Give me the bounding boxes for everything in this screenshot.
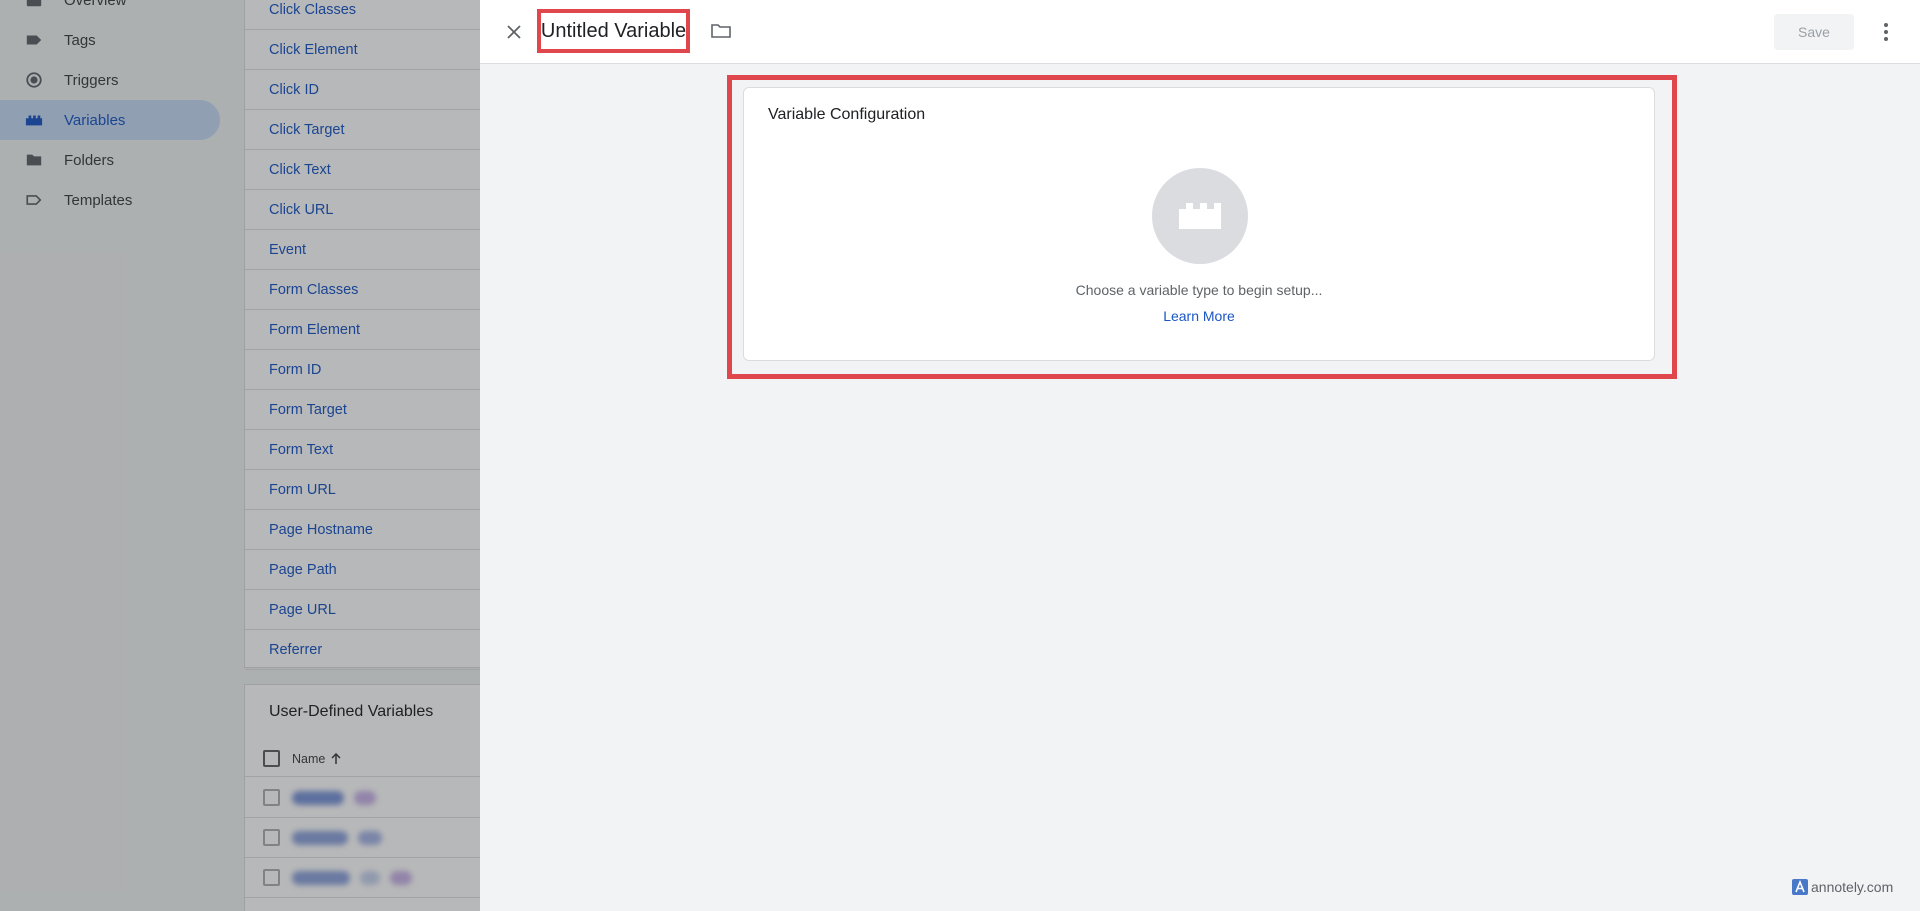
choose-variable-type-button[interactable] <box>1152 168 1248 264</box>
more-options-button[interactable] <box>1870 14 1902 50</box>
more-vert-icon <box>1884 23 1888 41</box>
variable-title[interactable]: Untitled Variable <box>541 20 686 43</box>
folder-outline-icon <box>711 24 731 38</box>
variable-title-highlight[interactable]: Untitled Variable <box>537 9 690 53</box>
panel-header: Untitled Variable Save <box>480 0 1920 64</box>
watermark-text: annotely.com <box>1811 879 1894 895</box>
close-icon <box>507 25 521 39</box>
variable-configuration-card[interactable]: Variable Configuration Choose a variable… <box>743 87 1655 361</box>
annotely-logo-icon <box>1792 879 1808 895</box>
configuration-hint: Choose a variable type to begin setup... <box>1075 282 1323 298</box>
watermark: annotely.com <box>1792 879 1893 895</box>
block-icon <box>1179 203 1221 229</box>
variable-editor-panel: Untitled Variable Save Variable Configur… <box>480 0 1920 911</box>
close-button[interactable] <box>498 16 530 48</box>
folder-button[interactable] <box>710 20 734 44</box>
learn-more-link[interactable]: Learn More <box>744 308 1654 324</box>
variable-configuration-title: Variable Configuration <box>768 106 926 123</box>
save-button[interactable]: Save <box>1774 14 1854 50</box>
